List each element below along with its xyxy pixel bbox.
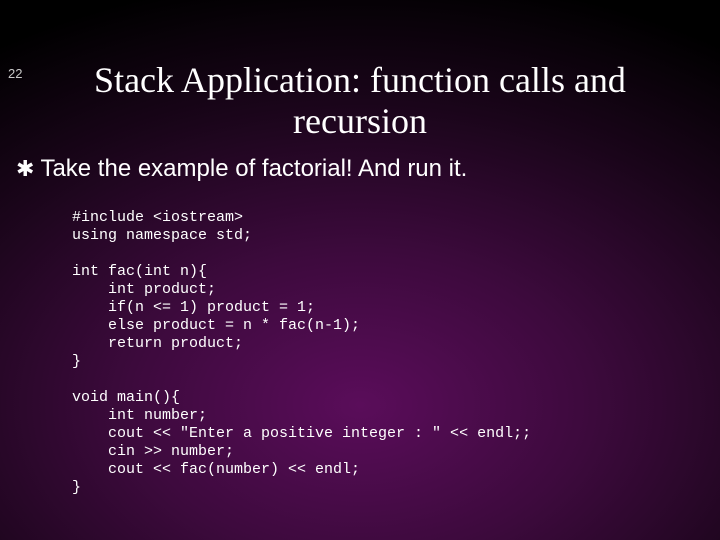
code-block: #include <iostream> using namespace std;… <box>72 209 720 497</box>
title-line-1: Stack Application: function calls and <box>94 60 626 100</box>
page-number: 22 <box>8 66 22 81</box>
bullet-text: Take the example of factorial! And run i… <box>40 155 467 183</box>
bullet-item: ✱ Take the example of factorial! And run… <box>16 155 720 183</box>
asterisk-icon: ✱ <box>16 155 34 183</box>
title-line-2: recursion <box>293 101 427 141</box>
slide-title: Stack Application: function calls and re… <box>0 60 720 143</box>
